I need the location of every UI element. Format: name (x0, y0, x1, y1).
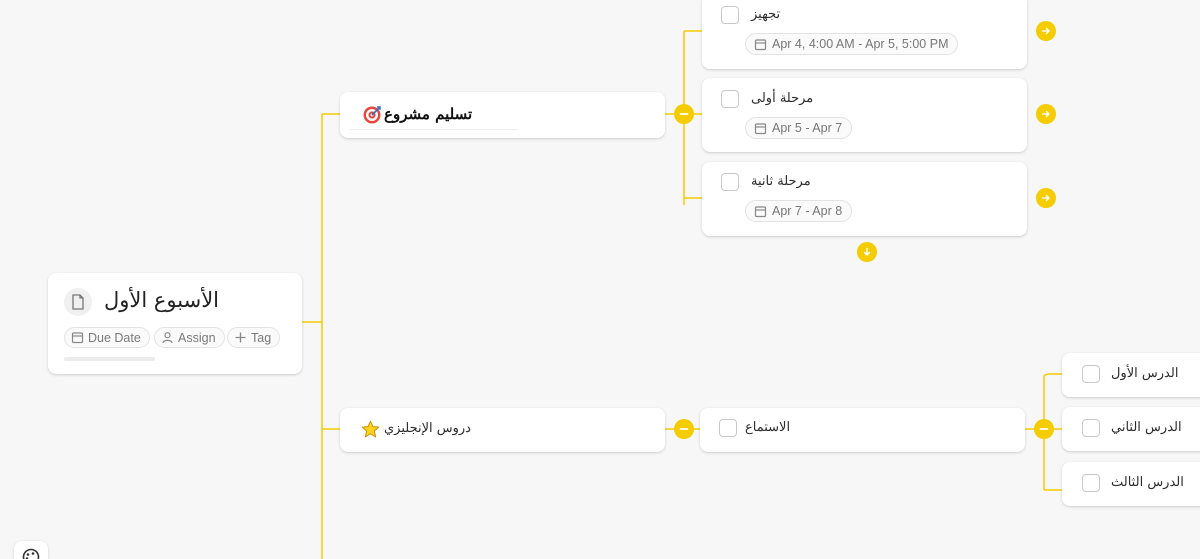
assign-chip[interactable]: Assign (154, 327, 225, 348)
minus-icon (679, 428, 689, 430)
lesson-card-2[interactable]: الدرس الثاني (1062, 407, 1200, 451)
assign-label: Assign (178, 330, 216, 345)
task-checkbox[interactable] (1082, 474, 1100, 492)
collapse-project-button[interactable] (674, 104, 694, 124)
person-icon (162, 332, 173, 344)
arrow-right-icon (1041, 194, 1050, 202)
title-underline (350, 129, 518, 130)
expand-task-button[interactable] (1036, 188, 1056, 208)
task-checkbox[interactable] (1082, 419, 1100, 437)
task-card-3[interactable]: مرحلة ثانية Apr 7 - Apr 8 (702, 162, 1027, 236)
task-label[interactable]: مرحلة ثانية (751, 174, 811, 189)
listening-card[interactable]: الاستماع (700, 408, 1025, 452)
calendar-icon (754, 205, 767, 217)
arrow-right-icon (1041, 27, 1050, 35)
task-checkbox[interactable] (1082, 365, 1100, 383)
task-date: Apr 7 - Apr 8 (772, 204, 843, 218)
calendar-icon (754, 38, 767, 50)
target-icon (363, 106, 381, 124)
branch-project-title[interactable]: تسليم مشروع (384, 105, 472, 123)
task-date-chip[interactable]: Apr 5 - Apr 7 (745, 117, 853, 139)
listening-label[interactable]: الاستماع (745, 420, 790, 435)
document-icon (64, 288, 92, 316)
progress-bar (64, 357, 155, 361)
due-date-chip[interactable]: Due Date (64, 327, 150, 348)
star-icon (361, 420, 380, 438)
arrow-down-icon (863, 247, 871, 256)
lesson-label[interactable]: الدرس الأول (1111, 366, 1178, 381)
task-date: Apr 4, 4:00 AM - Apr 5, 5:00 PM (772, 37, 949, 51)
minus-icon (1039, 428, 1049, 430)
tag-chip[interactable]: Tag (227, 327, 281, 348)
task-date-chip[interactable]: Apr 4, 4:00 AM - Apr 5, 5:00 PM (745, 33, 959, 55)
task-card-2[interactable]: مرحلة أولى Apr 5 - Apr 7 (702, 78, 1027, 152)
task-card-1[interactable]: تجهيز Apr 4, 4:00 AM - Apr 5, 5:00 PM (702, 0, 1027, 69)
task-checkbox[interactable] (721, 6, 739, 24)
expand-task-button[interactable] (1036, 21, 1056, 41)
branch-english[interactable]: دروس الإنجليزي (340, 408, 665, 452)
branch-english-title[interactable]: دروس الإنجليزي (384, 421, 471, 436)
palette-icon (22, 548, 40, 559)
calendar-icon (754, 122, 767, 134)
collapse-listening-button[interactable] (1034, 419, 1054, 439)
task-date-chip[interactable]: Apr 7 - Apr 8 (745, 200, 853, 222)
task-checkbox[interactable] (719, 419, 737, 437)
lesson-card-3[interactable]: الدرس الثالث (1062, 462, 1200, 506)
task-date: Apr 5 - Apr 7 (772, 121, 843, 135)
tag-label: Tag (251, 330, 272, 345)
branch-project[interactable]: تسليم مشروع (340, 92, 665, 138)
show-more-button[interactable] (857, 242, 877, 262)
arrow-right-icon (1041, 110, 1050, 118)
task-label[interactable]: مرحلة أولى (751, 91, 813, 106)
minus-icon (679, 113, 689, 115)
task-label[interactable]: تجهيز (751, 7, 780, 22)
theme-button[interactable] (14, 541, 48, 559)
calendar-icon (71, 332, 84, 344)
task-checkbox[interactable] (721, 173, 739, 191)
expand-task-button[interactable] (1036, 104, 1056, 124)
root-title[interactable]: الأسبوع الأول (104, 288, 219, 312)
lesson-card-1[interactable]: الدرس الأول (1062, 353, 1200, 397)
root-card[interactable]: الأسبوع الأول Due Date Assign Tag (48, 273, 302, 374)
task-checkbox[interactable] (721, 90, 739, 108)
collapse-english-button[interactable] (674, 419, 694, 439)
lesson-label[interactable]: الدرس الثاني (1111, 420, 1182, 435)
plus-icon (235, 332, 246, 343)
lesson-label[interactable]: الدرس الثالث (1111, 475, 1184, 490)
due-date-label: Due Date (88, 330, 141, 345)
